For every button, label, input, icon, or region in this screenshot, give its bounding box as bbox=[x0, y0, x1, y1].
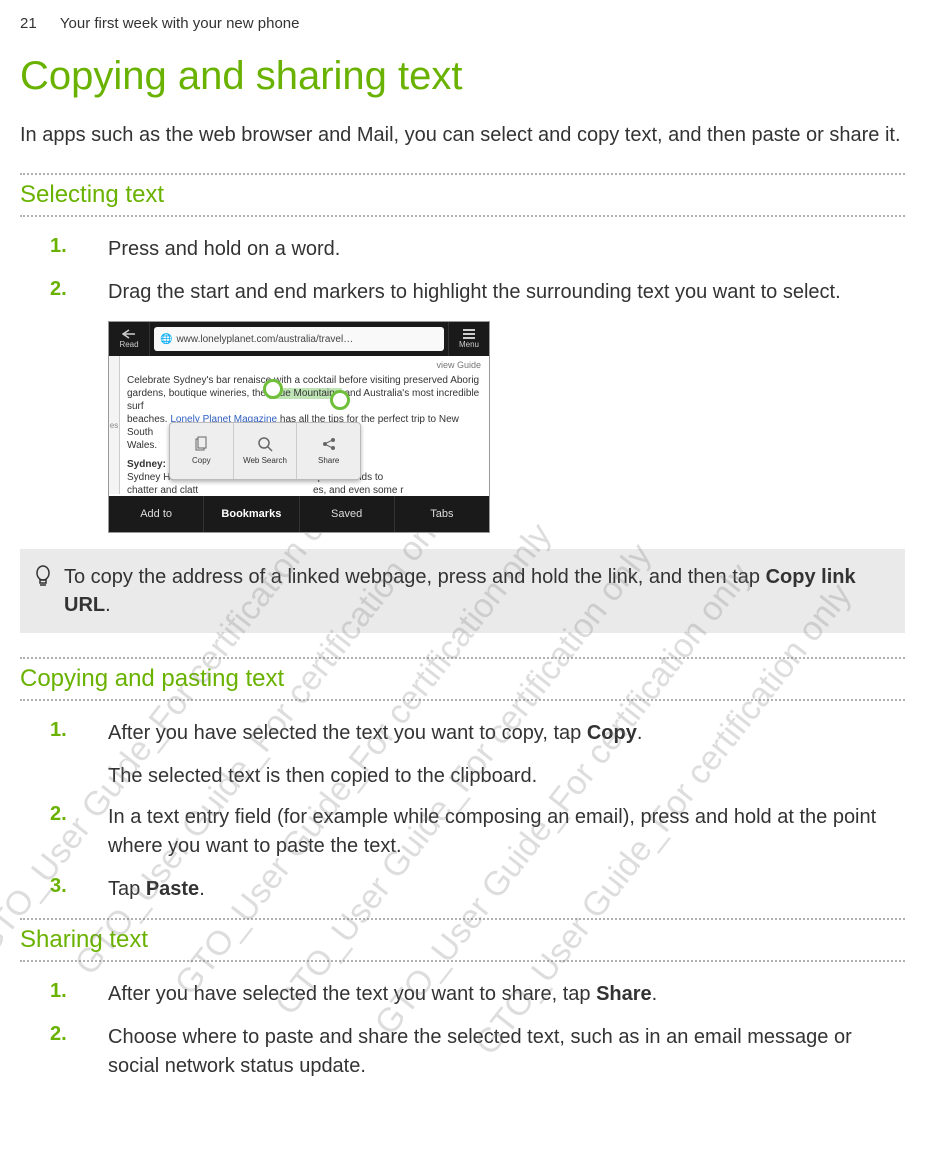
url-text: www.lonelyplanet.com/australia/travel… bbox=[176, 334, 353, 345]
step-text: Choose where to paste and share the sele… bbox=[108, 1023, 905, 1081]
step-text: In a text entry field (for example while… bbox=[108, 803, 905, 861]
selecting-steps: 1. Press and hold on a word. 2. Drag the… bbox=[20, 235, 905, 307]
guide-label: view Guide bbox=[127, 360, 481, 372]
popup-share: Share bbox=[297, 423, 360, 479]
body-text: beaches. bbox=[127, 414, 170, 425]
copying-note: The selected text is then copied to the … bbox=[108, 762, 905, 791]
step-number: 2. bbox=[20, 1023, 108, 1081]
bottom-tab: Add to bbox=[109, 496, 204, 532]
url-bar: 🌐 www.lonelyplanet.com/australia/travel… bbox=[154, 327, 444, 351]
step-item: 1. After you have selected the text you … bbox=[20, 719, 905, 748]
intro-text: In apps such as the web browser and Mail… bbox=[20, 121, 905, 149]
step-number: 2. bbox=[20, 278, 108, 307]
step-item: 2. Choose where to paste and share the s… bbox=[20, 1023, 905, 1081]
menu-icon bbox=[463, 329, 475, 339]
shot-topbar: Read 🌐 www.lonelyplanet.com/australia/tr… bbox=[109, 322, 489, 356]
step-text: Press and hold on a word. bbox=[108, 235, 905, 264]
divider bbox=[20, 699, 905, 701]
page-header: 21 Your first week with your new phone bbox=[20, 15, 905, 32]
step-number: 1. bbox=[20, 719, 108, 748]
tip-box: To copy the address of a linked webpage,… bbox=[20, 549, 905, 633]
selection-end-marker bbox=[330, 390, 350, 410]
step-item: 2. Drag the start and end markers to hig… bbox=[20, 278, 905, 307]
sharing-steps: 1. After you have selected the text you … bbox=[20, 980, 905, 1081]
step-number: 2. bbox=[20, 803, 108, 861]
popup-label: Copy bbox=[192, 456, 211, 466]
popup-copy: Copy bbox=[170, 423, 234, 479]
body-text: ce with a cocktail before visiting prese… bbox=[261, 375, 479, 386]
bottom-tab: Bookmarks bbox=[204, 496, 299, 532]
body-text: Celebrate Sydney's bar renais bbox=[127, 375, 261, 386]
selection-start-marker bbox=[263, 379, 283, 399]
bottom-tab: Saved bbox=[300, 496, 395, 532]
page-title: Copying and sharing text bbox=[20, 54, 905, 99]
divider bbox=[20, 215, 905, 217]
step-item: 1. Press and hold on a word. bbox=[20, 235, 905, 264]
highlight-wrap: Blue Mountains bbox=[269, 387, 342, 400]
shot-body: view Guide Celebrate Sydney's bar renais… bbox=[109, 356, 489, 496]
back-button: Read bbox=[109, 322, 150, 356]
step-text: After you have selected the text you wan… bbox=[108, 719, 905, 748]
body-text: Wales. bbox=[127, 440, 157, 451]
step-number: 1. bbox=[20, 235, 108, 264]
step-item: 2. In a text entry field (for example wh… bbox=[20, 803, 905, 861]
step-number: 3. bbox=[20, 875, 108, 904]
divider bbox=[20, 173, 905, 175]
subheading-copying: Copying and pasting text bbox=[20, 665, 905, 693]
step-item: 1. After you have selected the text you … bbox=[20, 980, 905, 1009]
tip-post: . bbox=[105, 594, 111, 616]
divider bbox=[20, 657, 905, 659]
step-text: After you have selected the text you wan… bbox=[108, 980, 905, 1009]
back-label: Read bbox=[119, 340, 138, 349]
share-icon bbox=[320, 435, 338, 453]
back-icon bbox=[122, 329, 136, 339]
popup-websearch: Web Search bbox=[234, 423, 298, 479]
divider bbox=[20, 960, 905, 962]
shot-bottombar: Add to Bookmarks Saved Tabs bbox=[109, 496, 489, 532]
bottom-tab: Tabs bbox=[395, 496, 489, 532]
divider bbox=[20, 918, 905, 920]
subheading-selecting: Selecting text bbox=[20, 181, 905, 209]
lightbulb-icon bbox=[28, 563, 58, 619]
body-text: es, and even some r bbox=[313, 485, 404, 496]
body-text: chatter and clatt bbox=[127, 485, 198, 496]
globe-icon: 🌐 bbox=[160, 334, 172, 345]
menu-button: Menu bbox=[448, 322, 489, 356]
subheading-sharing: Sharing text bbox=[20, 926, 905, 954]
step-text: Drag the start and end markers to highli… bbox=[108, 278, 905, 307]
menu-label: Menu bbox=[459, 340, 479, 349]
section-name: Your first week with your new phone bbox=[60, 15, 300, 32]
example-screenshot: Read 🌐 www.lonelyplanet.com/australia/tr… bbox=[108, 321, 490, 533]
body-text: gardens, boutique wineries, the bbox=[127, 388, 269, 399]
copy-icon bbox=[192, 435, 210, 453]
popup-label: Share bbox=[318, 456, 339, 466]
step-item: 3. Tap Paste. bbox=[20, 875, 905, 904]
copying-steps-cont: 2. In a text entry field (for example wh… bbox=[20, 803, 905, 904]
step-number: 1. bbox=[20, 980, 108, 1009]
selection-popup: Copy Web Search Share bbox=[169, 422, 361, 480]
tip-pre: To copy the address of a linked webpage,… bbox=[64, 566, 766, 588]
step-text: Tap Paste. bbox=[108, 875, 905, 904]
search-icon bbox=[256, 435, 274, 453]
popup-label: Web Search bbox=[243, 456, 287, 466]
page-number: 21 bbox=[20, 15, 56, 32]
copying-steps: 1. After you have selected the text you … bbox=[20, 719, 905, 748]
tip-text: To copy the address of a linked webpage,… bbox=[58, 563, 891, 619]
